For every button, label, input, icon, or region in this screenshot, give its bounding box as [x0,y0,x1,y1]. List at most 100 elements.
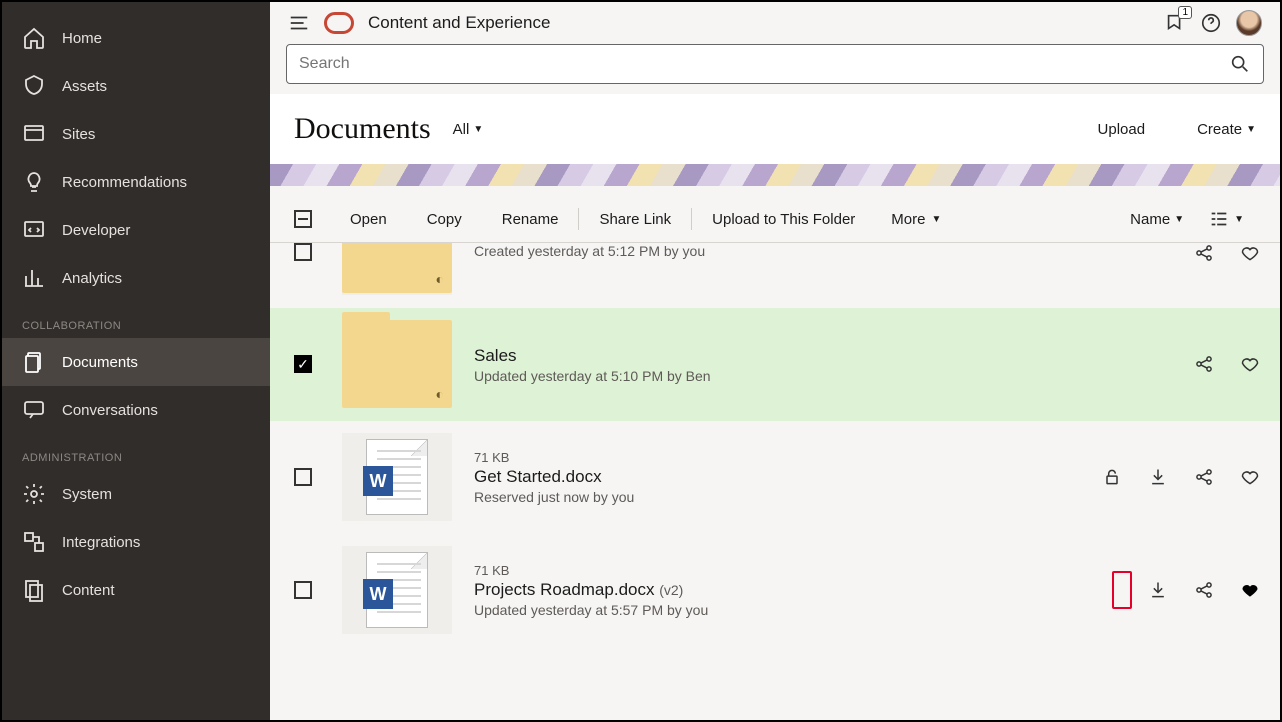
sidebar-item-sites[interactable]: Sites [2,110,270,158]
select-all-checkbox[interactable] [294,210,312,228]
caret-down-icon: ▼ [473,124,483,135]
notifications-badge: 1 [1178,6,1192,19]
sidebar-item-integrations[interactable]: Integrations [2,518,270,566]
sidebar-item-home[interactable]: Home [2,14,270,62]
sidebar-label: Assets [62,78,107,95]
sidebar-label: Home [62,30,102,47]
list-row[interactable]: ✓ ◐ Sales Updated yesterday at 5:10 PM b… [270,308,1280,421]
topbar: Content and Experience 1 [270,2,1280,44]
sidebar-section-collab: COLLABORATION [2,302,270,338]
sidebar-section-admin: ADMINISTRATION [2,434,270,470]
caret-down-icon: ▼ [1174,214,1184,225]
sidebar-label: Integrations [62,534,140,551]
row-name: Projects Roadmap.docx (v2) [474,580,1112,600]
rename-button[interactable]: Rename [482,211,579,228]
documents-icon [22,350,46,374]
row-checkbox[interactable] [294,243,312,261]
sites-icon [22,122,46,146]
file-thumb: W [342,433,452,521]
sidebar-item-conversations[interactable]: Conversations [2,386,270,434]
row-checkbox[interactable]: ✓ [294,355,312,373]
caret-down-icon: ▼ [1234,214,1244,225]
copy-button[interactable]: Copy [407,211,482,228]
download-icon[interactable] [1148,580,1168,600]
file-thumb: W [342,546,452,634]
search-bar[interactable] [286,44,1264,84]
help-icon[interactable] [1200,12,1222,34]
sidebar-item-system[interactable]: System [2,470,270,518]
decorative-banner [270,164,1280,186]
main: Content and Experience 1 Documents All▼ … [270,2,1280,720]
row-checkbox[interactable] [294,581,312,599]
analytics-icon [22,266,46,290]
more-dropdown[interactable]: More▼ [875,211,957,228]
list-row[interactable]: W 71 KB Get Started.docx Reserved just n… [270,421,1280,534]
upload-to-folder-button[interactable]: Upload to This Folder [692,211,875,228]
favorite-filled-icon[interactable] [1240,580,1260,600]
favorite-icon[interactable] [1240,354,1260,374]
create-button[interactable]: Create▼ [1197,121,1256,138]
developer-icon [22,218,46,242]
sidebar: Home Assets Sites Recommendations Develo… [2,2,270,720]
menu-icon[interactable] [288,12,310,34]
page-head: Documents All▼ Upload Create▼ [270,94,1280,164]
open-button[interactable]: Open [330,211,407,228]
search-input[interactable] [299,55,1229,73]
conversations-icon [22,398,46,422]
share-icon[interactable] [1194,243,1214,263]
row-size: 71 KB [474,563,1112,578]
sidebar-label: Recommendations [62,174,187,191]
search-icon[interactable] [1229,53,1251,75]
gear-icon [22,482,46,506]
sort-dropdown[interactable]: Name▼ [1118,211,1196,228]
list-row[interactable]: ◐ Created yesterday at 5:12 PM by you [270,243,1280,308]
row-size: 71 KB [474,450,1102,465]
brand-title: Content and Experience [368,13,550,33]
lock-icon[interactable] [1102,467,1122,487]
row-subtitle: Reserved just now by you [474,489,1102,505]
sidebar-label: Content [62,582,115,599]
row-name: Get Started.docx [474,467,1102,487]
content-icon [22,578,46,602]
list-row[interactable]: W 71 KB Projects Roadmap.docx (v2) Updat… [270,534,1280,647]
assets-icon [22,74,46,98]
home-icon [22,26,46,50]
row-checkbox[interactable] [294,468,312,486]
action-toolbar: Open Copy Rename Share Link Upload to Th… [270,186,1280,242]
row-subtitle: Updated yesterday at 5:10 PM by Ben [474,368,1194,384]
bulb-icon [22,170,46,194]
share-icon[interactable] [1194,467,1214,487]
sidebar-item-content[interactable]: Content [2,566,270,614]
sidebar-item-documents[interactable]: Documents [2,338,270,386]
share-icon[interactable] [1194,580,1214,600]
favorite-icon[interactable] [1240,467,1260,487]
avatar[interactable] [1236,10,1262,36]
document-list: ◐ Created yesterday at 5:12 PM by you ✓ … [270,242,1280,720]
upload-button[interactable]: Upload [1098,121,1146,138]
sidebar-item-recommendations[interactable]: Recommendations [2,158,270,206]
caret-down-icon: ▼ [1246,124,1256,135]
share-icon[interactable] [1194,354,1214,374]
filter-dropdown[interactable]: All▼ [453,121,484,138]
sidebar-item-analytics[interactable]: Analytics [2,254,270,302]
sidebar-item-developer[interactable]: Developer [2,206,270,254]
shared-icon: ◐ [436,386,444,402]
row-subtitle: Created yesterday at 5:12 PM by you [474,243,1194,259]
sidebar-label: Analytics [62,270,122,287]
share-link-button[interactable]: Share Link [579,211,691,228]
download-icon[interactable] [1148,467,1168,487]
integrations-icon [22,530,46,554]
brand-icon [324,12,354,34]
caret-down-icon: ▼ [931,214,941,225]
row-subtitle: Updated yesterday at 5:57 PM by you [474,602,1112,618]
page-title: Documents [294,112,431,146]
notifications-icon[interactable]: 1 [1164,12,1186,34]
sidebar-item-assets[interactable]: Assets [2,62,270,110]
sidebar-label: Conversations [62,402,158,419]
view-toggle[interactable]: ▼ [1196,208,1256,230]
folder-thumb: ◐ [342,243,452,295]
highlight [1112,571,1132,609]
favorite-icon[interactable] [1240,243,1260,263]
sidebar-label: Sites [62,126,95,143]
sidebar-label: System [62,486,112,503]
